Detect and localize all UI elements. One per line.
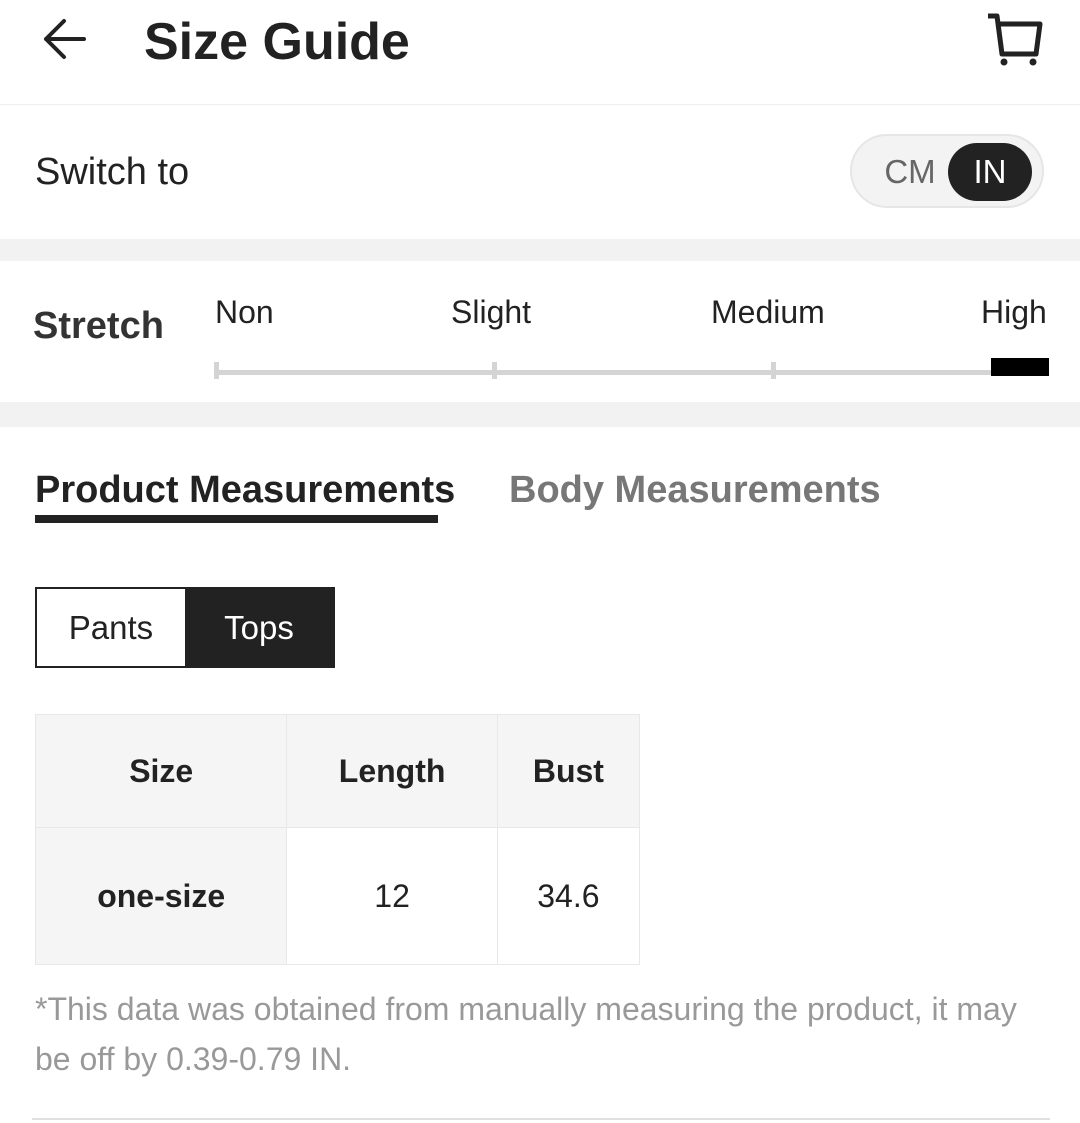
stretch-level-high: High — [981, 294, 1047, 330]
tab-product-measurements[interactable]: Product Measurements — [35, 467, 455, 513]
back-button[interactable] — [38, 14, 92, 68]
unit-switch-row: Switch to CM IN — [0, 105, 1080, 239]
unit-option-cm[interactable]: CM — [870, 148, 950, 196]
stretch-section: Stretch Non Slight Medium High — [0, 261, 1080, 402]
stretch-level-medium: Medium — [711, 294, 825, 330]
category-pants-button[interactable]: Pants — [37, 589, 185, 666]
section-divider — [0, 402, 1080, 427]
divider — [32, 1118, 1050, 1120]
table-header-length: Length — [286, 714, 498, 828]
unit-option-in[interactable]: IN — [948, 143, 1032, 201]
stretch-track — [215, 370, 1048, 375]
measurement-tabs: Product Measurements Body Measurements — [0, 427, 1080, 527]
section-divider — [0, 239, 1080, 261]
tab-body-measurements[interactable]: Body Measurements — [509, 467, 881, 513]
stretch-level-non: Non — [215, 294, 274, 330]
table-cell-size: one-size — [34, 827, 288, 965]
page-title: Size Guide — [144, 13, 410, 71]
category-tops-button[interactable]: Tops — [185, 589, 333, 666]
stretch-label: Stretch — [33, 305, 164, 347]
table-header-size: Size — [34, 714, 288, 828]
table-cell-bust: 34.6 — [496, 827, 641, 965]
arrow-left-icon — [44, 19, 86, 59]
size-table: Size Length Bust one-size 12 34.6 — [34, 714, 641, 965]
switch-label: Switch to — [35, 151, 190, 193]
stretch-tick — [771, 362, 776, 379]
measurement-note: *This data was obtained from manually me… — [35, 991, 1017, 1077]
stretch-indicator — [991, 358, 1049, 376]
stretch-level-slight: Slight — [451, 294, 532, 330]
active-tab-underline — [35, 515, 438, 523]
stretch-tick — [492, 362, 497, 379]
unit-toggle[interactable]: CM IN — [850, 134, 1044, 208]
cart-button[interactable] — [984, 10, 1046, 70]
stretch-tick — [214, 362, 219, 379]
shopping-cart-icon — [988, 13, 1043, 66]
table-header-bust: Bust — [496, 714, 641, 828]
category-switch: Pants Tops — [35, 587, 335, 668]
top-bar: Size Guide — [0, 0, 1080, 105]
table-row: one-size 12 34.6 — [34, 827, 641, 965]
table-header-row: Size Length Bust — [34, 714, 641, 828]
table-cell-length: 12 — [286, 827, 498, 965]
